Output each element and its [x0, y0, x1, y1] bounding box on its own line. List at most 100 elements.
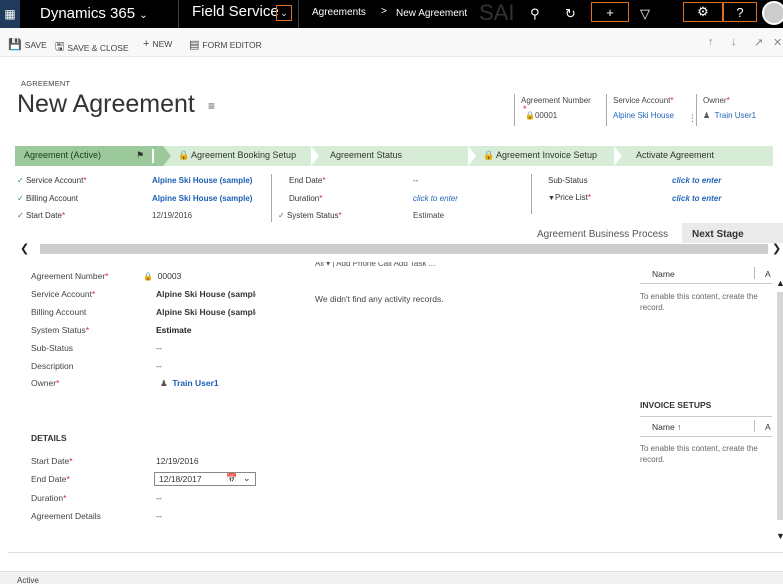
- horizontal-scrollbar[interactable]: ❮ ❯: [20, 243, 783, 255]
- label-system-status: System Status*: [31, 325, 90, 335]
- stage-divider: [152, 149, 154, 163]
- entity-type: AGREEMENT: [21, 79, 71, 88]
- grid-col-2[interactable]: A: [765, 269, 771, 279]
- bpf-start-date-value[interactable]: 12/19/2016: [152, 211, 192, 220]
- check-icon: ✓: [17, 211, 24, 220]
- recent-history-icon[interactable]: ↻: [565, 6, 576, 22]
- scroll-right-icon[interactable]: ❯: [772, 243, 783, 255]
- bpf-billing-account-link[interactable]: Alpine Ski House (sample): [152, 194, 252, 203]
- previous-record-icon[interactable]: ↑: [708, 36, 714, 48]
- stage-activate-agreement[interactable]: Activate Agreement: [636, 150, 714, 160]
- app-launcher-icon[interactable]: ▦: [0, 0, 20, 28]
- owner-lookup[interactable]: Train User1: [172, 378, 218, 388]
- bpf-service-account-link[interactable]: Alpine Ski House (sample): [152, 176, 252, 185]
- advanced-find-icon[interactable]: ▽: [640, 6, 650, 22]
- label-owner: Owner*: [31, 378, 60, 388]
- bpf-label-duration: Duration*: [289, 194, 323, 203]
- stage-chevron: [468, 146, 476, 166]
- bpf-label-sub-status: Sub-Status: [548, 176, 588, 185]
- breadcrumb-entity[interactable]: Agreements: [312, 7, 366, 18]
- bpf-label-start-date: ✓ Start Date*: [17, 211, 66, 220]
- duration-field[interactable]: --: [156, 493, 162, 503]
- bpf-duration-input[interactable]: click to enter: [413, 194, 458, 203]
- create-new-icon[interactable]: +: [591, 2, 629, 22]
- grid-col-name[interactable]: Name: [652, 269, 675, 279]
- grid-header-line: [640, 283, 772, 284]
- form-editor-button[interactable]: ▤ FORM EDITOR: [189, 38, 262, 51]
- save-icon: 💾: [8, 39, 22, 51]
- grid-empty-message: To enable this content, create the recor…: [640, 292, 758, 312]
- label-service-account: Service Account*: [31, 289, 96, 299]
- invoice-grid-col-name[interactable]: Name ↑: [652, 422, 681, 432]
- grid-col-divider: [754, 267, 755, 279]
- help-icon[interactable]: ?: [723, 2, 757, 22]
- scroll-down-icon[interactable]: ▼: [776, 531, 783, 541]
- header-field-owner: Owner* ♟ Train User1: [703, 96, 757, 120]
- service-account-link[interactable]: Alpine Ski House: [613, 111, 674, 120]
- form-editor-icon: ▤: [189, 39, 200, 51]
- page-title: New Agreement: [17, 90, 195, 118]
- stage-agreement[interactable]: Agreement (Active): [24, 150, 101, 160]
- save-button[interactable]: 💾 SAVE: [8, 38, 47, 51]
- activities-empty-message: We didn't find any activity records.: [315, 294, 444, 304]
- chevron-down-icon[interactable]: ⌄: [243, 473, 251, 484]
- lock-icon: 🔒: [483, 150, 495, 160]
- search-icon[interactable]: ⚲: [530, 6, 540, 22]
- bpf-sub-status-input[interactable]: click to enter: [672, 176, 721, 185]
- bpf-label-end-date: End Date*: [289, 176, 326, 185]
- label-agreement-details: Agreement Details: [31, 511, 101, 521]
- nav-divider: [298, 0, 299, 28]
- next-record-icon[interactable]: ↓: [731, 36, 737, 48]
- stage-agreement-status[interactable]: Agreement Status: [330, 150, 402, 160]
- label-description: Description: [31, 361, 74, 371]
- header-divider: [606, 94, 607, 126]
- new-button[interactable]: + NEW: [143, 38, 172, 50]
- agreement-details-field[interactable]: --: [156, 511, 162, 521]
- system-status-select[interactable]: Estimate: [156, 325, 191, 335]
- invoice-grid-col-2[interactable]: A: [765, 422, 771, 432]
- form-divider: [8, 552, 783, 553]
- nav-divider: [178, 0, 179, 28]
- close-icon[interactable]: ✕: [773, 36, 782, 49]
- sub-status-field[interactable]: --: [156, 343, 162, 353]
- settings-gear-icon[interactable]: ⚙: [683, 2, 723, 22]
- scroll-up-icon[interactable]: ▲: [776, 278, 783, 288]
- bpf-label-billing-account: ✓ Billing Account: [17, 194, 78, 203]
- label-end-date: End Date*: [31, 474, 70, 484]
- user-avatar[interactable]: [762, 1, 783, 25]
- module-name[interactable]: Field Service: [192, 3, 279, 20]
- stage-chevron: [311, 146, 319, 166]
- bpf-system-status-value[interactable]: Estimate: [413, 211, 444, 220]
- billing-account-lookup[interactable]: Alpine Ski House (sample): [156, 307, 256, 317]
- record-status: Active: [17, 576, 39, 584]
- stage-booking-setup[interactable]: Agreement Booking Setup: [191, 150, 296, 160]
- calendar-icon[interactable]: 📅: [226, 473, 237, 484]
- form-selector-icon[interactable]: ≡: [208, 99, 215, 113]
- bpf-end-date-value[interactable]: --: [413, 176, 418, 185]
- flag-icon[interactable]: ⚑: [136, 150, 144, 161]
- section-details-title: DETAILS: [31, 433, 67, 443]
- owner-link[interactable]: Train User1: [715, 111, 757, 120]
- save-close-button[interactable]: 🖫 SAVE & CLOSE: [55, 38, 129, 57]
- description-field[interactable]: --: [156, 361, 162, 371]
- label-agreement-number: Agreement Number*: [31, 271, 109, 281]
- breadcrumb-record[interactable]: New Agreement: [396, 8, 467, 19]
- service-account-lookup[interactable]: Alpine Ski House (sample): [156, 289, 256, 299]
- vertical-scrollbar-thumb[interactable]: [777, 292, 783, 520]
- chevron-down-icon: ⌄: [139, 10, 148, 21]
- bpf-process-name: Agreement Business Process: [537, 229, 669, 240]
- command-bar: 💾 SAVE 🖫 SAVE & CLOSE + NEW ▤ FORM EDITOR ↑ …: [0, 28, 783, 57]
- scroll-left-icon[interactable]: ❮: [20, 243, 35, 255]
- popout-icon[interactable]: ↗: [754, 36, 763, 49]
- label-duration: Duration*: [31, 493, 67, 503]
- stage-invoice-setup[interactable]: Agreement Invoice Setup: [496, 150, 597, 160]
- check-icon: ✓: [17, 194, 24, 203]
- app-name[interactable]: Dynamics 365 ⌄: [40, 5, 148, 22]
- start-date-field[interactable]: 12/19/2016: [156, 456, 199, 466]
- scrollbar-thumb[interactable]: [40, 244, 768, 254]
- end-date-input[interactable]: 12/18/2017: [154, 472, 256, 486]
- bpf-price-list-input[interactable]: click to enter: [672, 194, 721, 203]
- tag-icon: ▼: [548, 195, 555, 202]
- module-dropdown-icon[interactable]: ⌄: [276, 5, 292, 21]
- activity-toolbar[interactable]: All ▾ | Add Phone Call Add Task ...: [315, 262, 585, 270]
